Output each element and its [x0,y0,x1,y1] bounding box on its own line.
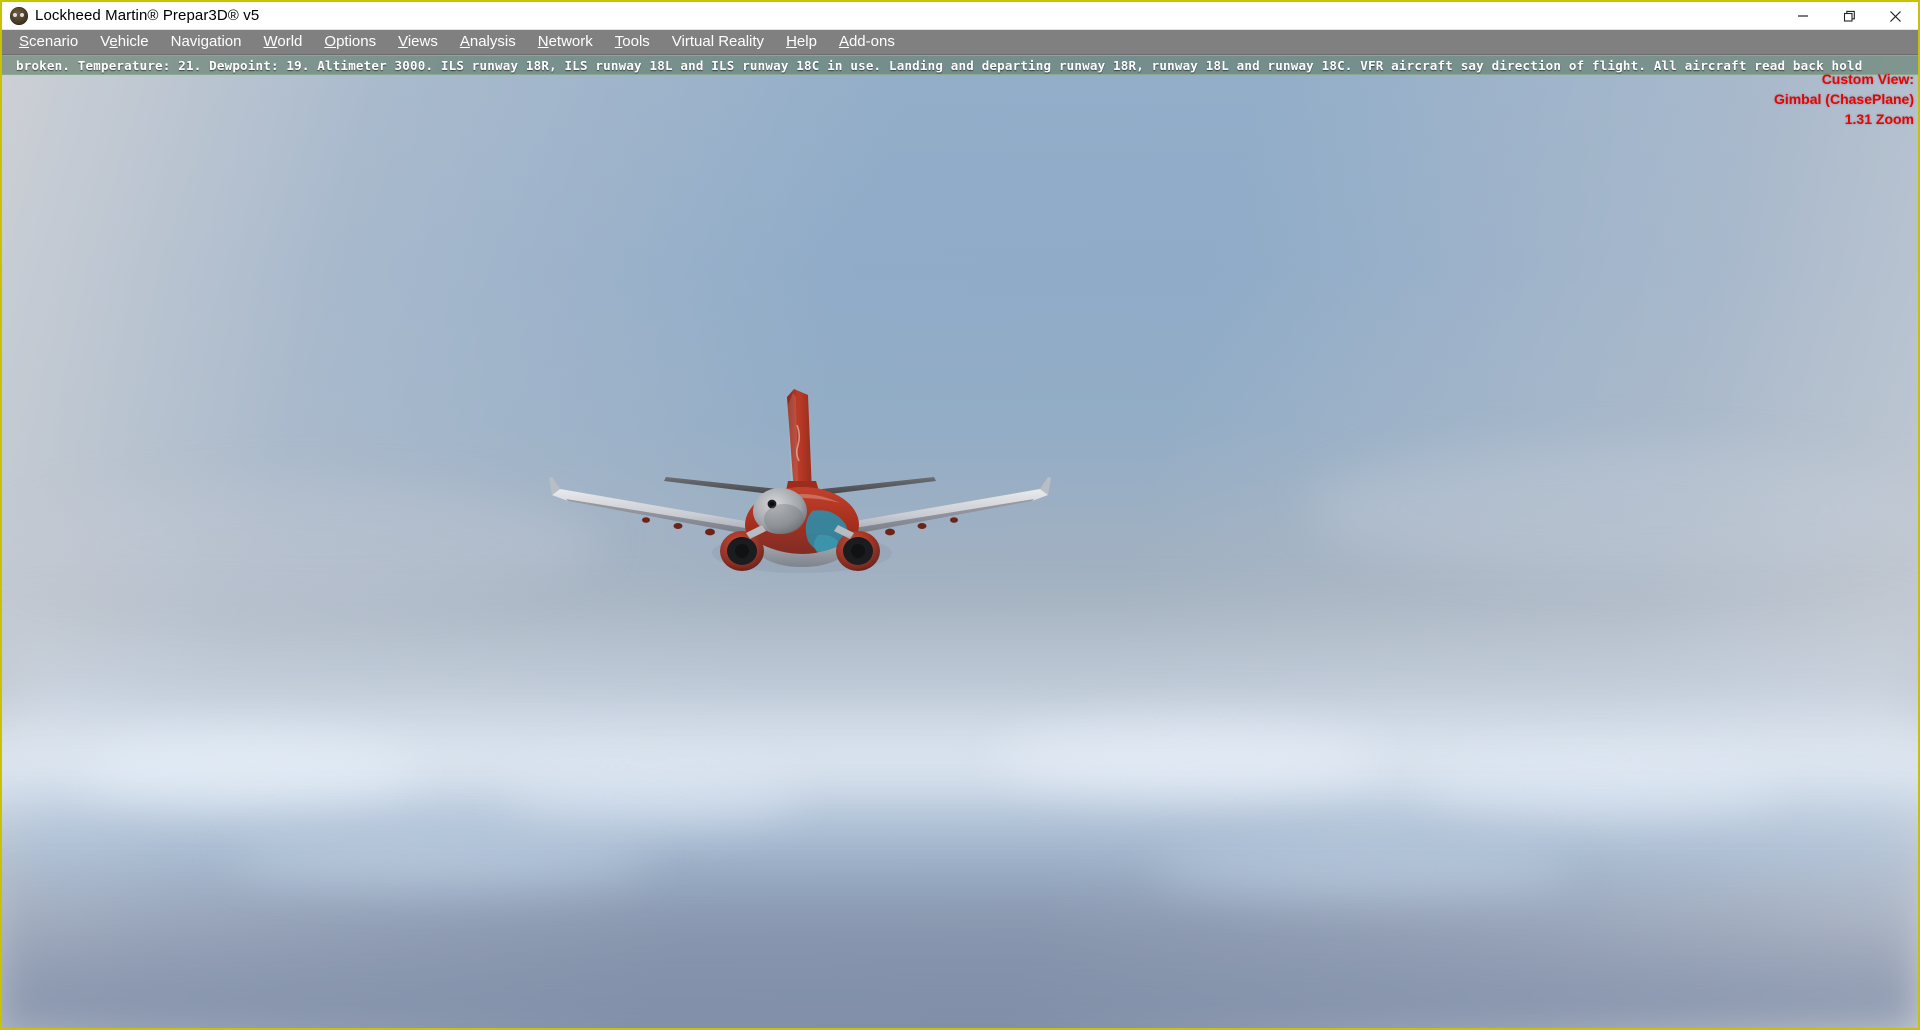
menu-label-help: elp [796,32,817,50]
flap-fairing [885,528,895,536]
cloud-puff [1151,843,1572,898]
apu-exhaust-port-inner [770,502,774,506]
cloud-puff [2,483,602,604]
flap-fairing [950,517,958,523]
atc-message-banner: broken. Temperature: 21. Dewpoint: 19. A… [2,55,1918,75]
menu-item-views[interactable]: Views [387,32,449,53]
menu-item-analysis[interactable]: Analysis [449,32,527,53]
aircraft-soft-shadow [712,533,892,573]
menu-item-options[interactable]: Options [313,32,387,53]
menu-label-navigation: ation [208,32,242,50]
apu-shade [764,504,804,534]
close-button[interactable] [1872,2,1918,30]
cloud-puff [1419,755,1780,818]
menu-label-vehicle: hicle [117,32,149,50]
cloud-puff [1304,444,1918,575]
aircraft-model [549,385,1051,585]
menu-label-network: etwork [548,32,593,50]
cloud-puff [231,833,652,888]
cloud-puff [78,736,419,807]
menu-item-virtual-reality[interactable]: Virtual Reality [661,32,775,53]
menu-label-world: orld [277,32,303,50]
menu-item-help[interactable]: Help [775,32,828,53]
flap-fairing [642,517,650,523]
menu-item-scenario[interactable]: Scenario [8,32,89,53]
aircraft-svg [549,389,1051,573]
atc-message-text: broken. Temperature: 21. Dewpoint: 19. A… [16,57,1863,73]
cloud-layer-lower [2,872,1918,1028]
menu-label-scenario: cenario [29,32,79,50]
menu-item-network[interactable]: Network [527,32,604,53]
menu-item-vehicle[interactable]: Vehicle [89,32,159,53]
title-bar: Lockheed Martin® Prepar3D® v5 [2,2,1918,30]
menu-label-add-ons: dd-ons [848,32,895,50]
cloud-puff [998,726,1379,793]
simulation-viewport[interactable]: broken. Temperature: 21. Dewpoint: 19. A… [2,55,1918,1028]
window-title: Lockheed Martin® Prepar3D® v5 [35,7,260,24]
application-window: Lockheed Martin® Prepar3D® v5 Scenario V [0,0,1920,1030]
menu-label-analysis: nalysis [469,32,516,50]
menu-item-add-ons[interactable]: Add-ons [828,32,906,53]
wing-shadow-right [836,499,1034,537]
menu-item-navigation[interactable]: Navigation [160,32,253,53]
stabilizer-right [822,477,936,495]
wing-shadow-left [566,499,764,537]
flap-fairing [705,528,715,536]
flap-fairing [673,523,683,529]
maximize-button[interactable] [1826,2,1872,30]
p3d-app-icon [10,6,28,25]
menu-label-options: ptions [336,32,377,50]
menu-item-world[interactable]: World [253,32,314,53]
menu-label-virtual-reality: Virtual Reality [671,32,765,50]
minimize-button[interactable] [1780,2,1826,30]
menu-label-views: iews [407,32,438,50]
cloud-puff [500,765,801,826]
menu-item-tools[interactable]: Tools [604,32,661,53]
menu-label-tools: ools [622,32,650,50]
stabilizer-left [664,477,778,495]
menu-bar: Scenario Vehicle Navigation World Option… [2,30,1918,55]
window-controls [1780,2,1918,30]
flap-fairing [917,523,927,529]
